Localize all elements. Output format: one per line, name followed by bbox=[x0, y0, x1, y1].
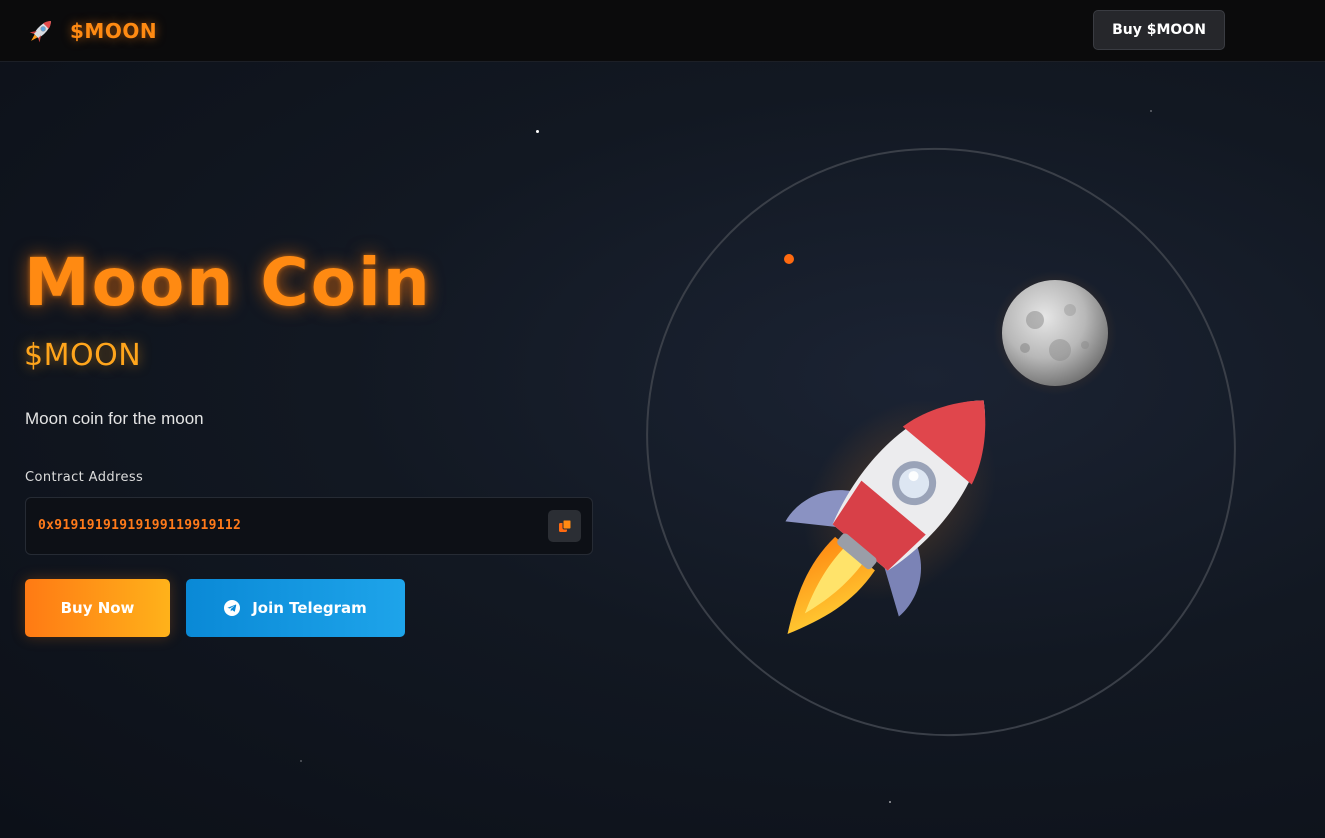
star bbox=[889, 801, 891, 803]
rocket-icon bbox=[29, 21, 51, 43]
hero-title: Moon Coin bbox=[24, 244, 432, 321]
rocket-image bbox=[785, 399, 997, 635]
buy-now-button[interactable]: Buy Now bbox=[25, 579, 170, 637]
star bbox=[1150, 110, 1152, 112]
star bbox=[300, 760, 302, 762]
telegram-icon bbox=[224, 600, 241, 616]
copy-button[interactable] bbox=[548, 510, 581, 542]
join-telegram-button[interactable]: Join Telegram bbox=[186, 579, 405, 637]
brand-name: $MOON bbox=[70, 19, 158, 43]
copy-icon bbox=[558, 519, 571, 532]
contract-address-box: 0x91919191919199119919112 bbox=[25, 497, 593, 555]
hero-description: Moon coin for the moon bbox=[25, 409, 204, 428]
join-telegram-label: Join Telegram bbox=[252, 599, 367, 617]
moon-image bbox=[993, 271, 1117, 395]
hero-illustration bbox=[646, 147, 1236, 737]
hero-ticker: $MOON bbox=[24, 338, 142, 373]
contract-address-value[interactable]: 0x91919191919199119919112 bbox=[38, 518, 241, 533]
brand[interactable]: $MOON bbox=[24, 14, 157, 48]
contract-address-label: Contract Address bbox=[25, 470, 144, 485]
orbit-dot bbox=[784, 254, 794, 264]
top-navbar: $MOON Buy $MOON bbox=[0, 0, 1325, 62]
star bbox=[536, 130, 539, 133]
buy-moon-button[interactable]: Buy $MOON bbox=[1093, 10, 1225, 50]
